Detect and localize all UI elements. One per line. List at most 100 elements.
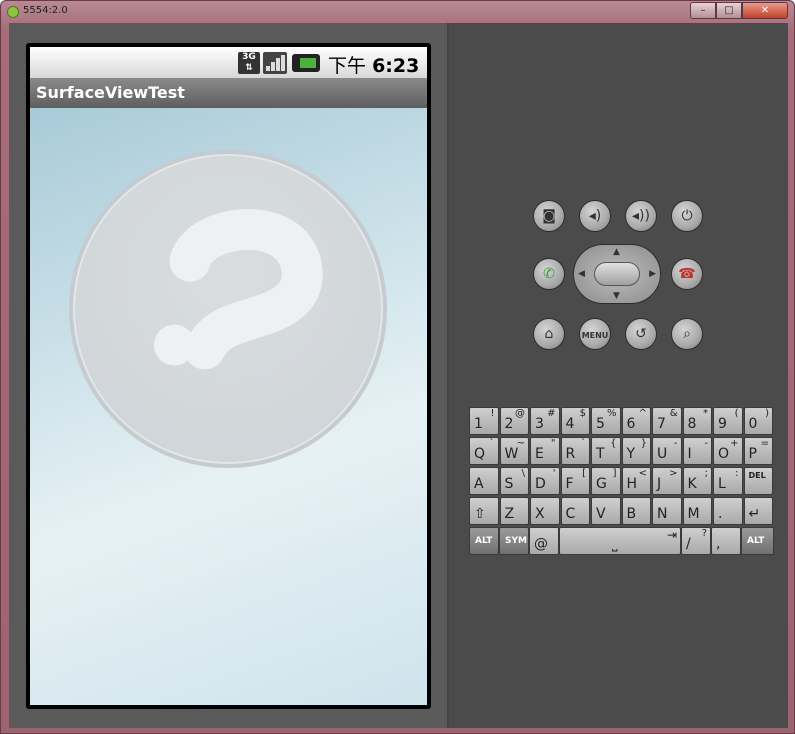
key-e[interactable]: E " [530,437,560,465]
key-5[interactable]: 5% [591,407,621,435]
at-key[interactable]: @ [529,527,559,555]
camera-button[interactable]: ◙ [533,200,565,232]
emulator-skin: 3G ⇅ 下午 6:23 SurfaceViewTest ◙ ◂) ◂)) ⏻ … [9,23,788,728]
close-button[interactable]: ✕ [742,2,788,19]
key-3[interactable]: 3 # [530,407,560,435]
key-g[interactable]: G] [591,467,621,495]
minimize-button[interactable]: – [690,2,716,19]
key-.[interactable]: . [713,497,743,525]
key-y[interactable]: Y} [621,437,651,465]
call-button[interactable]: ✆ [533,258,565,290]
key-b[interactable]: B [621,497,651,525]
dpad-left-icon[interactable]: ◀ [578,269,585,279]
space-icon: ⎵ [612,536,618,552]
key-enter[interactable]: ↵ [743,497,773,525]
key-i[interactable]: I- [682,437,712,465]
key-m[interactable]: M [682,497,712,525]
keyboard-row-numbers: 1! 2 @3 #4 $5% 6 ^ 7 & 8 * 9(0) [469,407,774,436]
camera-icon: ◙ [542,208,556,224]
clock-period: 下午 [328,55,367,77]
maximize-button[interactable]: □ [716,2,742,19]
alt-right-key[interactable]: ALT [741,527,774,555]
volume-up-button[interactable]: ◂)) [625,200,657,232]
question-mark-icon [69,150,387,468]
dpad-down-icon[interactable]: ▼ [613,291,620,301]
screen-panel: 3G ⇅ 下午 6:23 SurfaceViewTest [9,23,447,728]
key-d[interactable]: D ' [530,467,560,495]
key-4[interactable]: 4 $ [560,407,590,435]
clock-time: 6:23 [372,55,420,77]
key-v[interactable]: V [591,497,621,525]
space-key[interactable]: ⎵ ⇥ [559,527,681,555]
end-call-button[interactable]: ☎ [671,258,703,290]
back-icon: ↺ [635,326,647,342]
key-z[interactable]: Z [499,497,529,525]
key-p[interactable]: P = [743,437,773,465]
dpad-up-icon[interactable]: ▲ [613,247,620,257]
key-8[interactable]: 8 * [682,407,712,435]
key-a[interactable]: A [469,467,499,495]
key-1[interactable]: 1! [469,407,499,435]
keyboard-row-zxcv: ⇧ Z X C V B N M. ↵ [469,497,774,526]
device-screen: 3G ⇅ 下午 6:23 SurfaceViewTest [26,43,431,709]
volume-down-button[interactable]: ◂) [579,200,611,232]
key-j[interactable]: J > [652,467,682,495]
dpad-right-icon[interactable]: ▶ [649,269,656,279]
key-9[interactable]: 9( [713,407,743,435]
keyboard-row-asdf: A S \ D ' F[G] H < J > K; L: DEL [469,467,774,496]
key-0[interactable]: 0) [743,407,773,435]
end-call-icon: ☎ [678,266,696,282]
status-clock: 下午 6:23 [328,51,419,78]
power-button[interactable]: ⏻ [671,200,703,232]
key-t[interactable]: T{ [591,437,621,465]
key-7[interactable]: 7 & [652,407,682,435]
app-title: SurfaceViewTest [36,83,185,102]
title-bar[interactable]: 5554:2.0 – □ ✕ [1,1,794,23]
key-del[interactable]: DEL [743,467,773,495]
keyboard-row-qwerty: Q ` W ~ E " R ` T{Y} U - I - O + P = [469,437,774,466]
app-title-bar: SurfaceViewTest [30,78,427,108]
dpad[interactable]: ▲ ▼ ◀ ▶ [573,244,661,304]
search-icon: ⌕ [683,326,691,342]
surface-view[interactable] [30,108,427,705]
menu-label: MENU [581,331,609,340]
key-l[interactable]: L: [713,467,743,495]
key-c[interactable]: C [560,497,590,525]
status-bar: 3G ⇅ 下午 6:23 [30,47,427,78]
sym-key[interactable]: SYM [499,527,529,555]
tab-icon: ⇥ [666,528,677,542]
key-s[interactable]: S \ [499,467,529,495]
back-button[interactable]: ↺ [625,318,657,350]
key-u[interactable]: U- [652,437,682,465]
call-icon: ✆ [543,266,555,282]
key-w[interactable]: W ~ [499,437,529,465]
power-icon: ⏻ [681,208,693,224]
keyboard-row-bottom: ALT SYM @ ⎵ ⇥ /? , ALT [469,527,774,556]
menu-button[interactable]: MENU [579,318,611,350]
window-controls: – □ ✕ [690,2,788,19]
android-icon [7,6,19,18]
key-k[interactable]: K; [682,467,712,495]
key-q[interactable]: Q ` [469,437,499,465]
home-button[interactable]: ⌂ [533,318,565,350]
volume-down-icon: ◂) [588,208,602,224]
key-o[interactable]: O + [713,437,743,465]
window-title: 5554:2.0 [23,5,68,16]
battery-charging-icon [292,54,320,72]
key-shift[interactable]: ⇧ [469,497,499,525]
dpad-center-button[interactable] [594,262,640,286]
slash-key[interactable]: /? [681,527,711,555]
key-2[interactable]: 2 @ [499,407,529,435]
key-r[interactable]: R ` [560,437,590,465]
key-x[interactable]: X [530,497,560,525]
comma-key[interactable]: , [711,527,741,555]
search-button[interactable]: ⌕ [671,318,703,350]
signal-strength-icon [263,52,287,74]
key-n[interactable]: N [652,497,682,525]
key-f[interactable]: F[ [560,467,590,495]
hardware-buttons: ◙ ◂) ◂)) ⏻ ✆ ▲ ▼ ◀ ▶ ☎ ⌂ MENU ↺ ⌕ [533,200,713,355]
key-6[interactable]: 6 ^ [621,407,651,435]
hardware-controls-panel: ◙ ◂) ◂)) ⏻ ✆ ▲ ▼ ◀ ▶ ☎ ⌂ MENU ↺ ⌕ 1 ! 2 … [447,23,788,728]
key-h[interactable]: H < [621,467,651,495]
alt-left-key[interactable]: ALT [469,527,499,555]
